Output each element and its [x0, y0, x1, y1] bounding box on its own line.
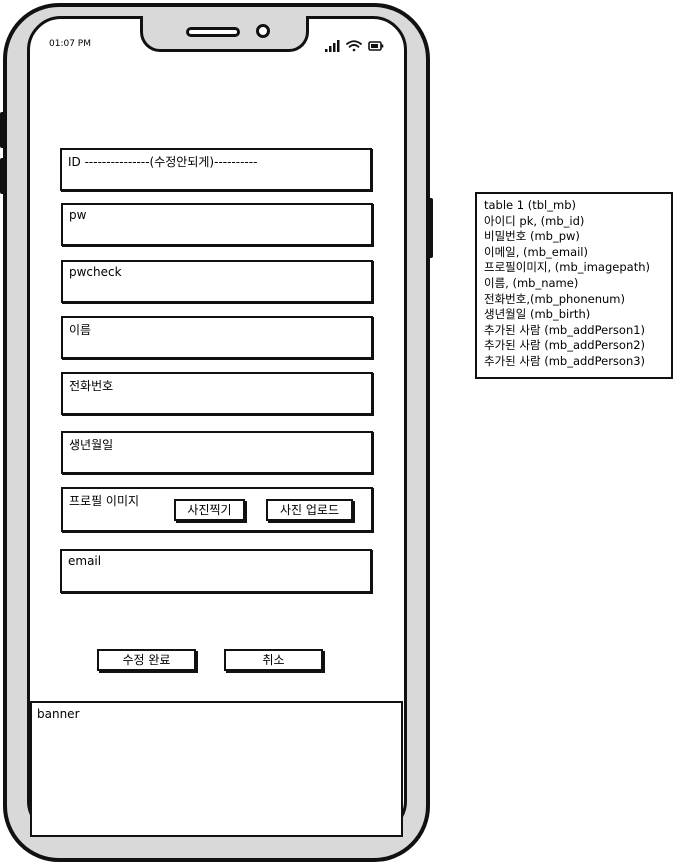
table-note-line: 추가된 사람 (mb_addPerson1) — [484, 322, 646, 337]
status-time: 01:07 PM — [49, 39, 91, 49]
upload-photo-button[interactable]: 사진 업로드 — [266, 499, 353, 521]
phone-field[interactable]: 전화번호 — [61, 372, 373, 415]
table-note-line: 비밀번호 (mb_pw) — [484, 229, 580, 244]
email-field[interactable]: email — [60, 549, 372, 593]
wifi-icon — [346, 40, 362, 52]
id-field[interactable]: ID ---------------(수정안되게)---------- — [60, 148, 372, 191]
cancel-button[interactable]: 취소 — [224, 649, 323, 671]
table-note-line: 추가된 사람 (mb_addPerson3) — [484, 353, 646, 368]
table-note-line: 이메일, (mb_email) — [484, 244, 588, 259]
wireframe-canvas: 01:07 PM ID ---------------(수정안되게)------… — [0, 0, 675, 867]
name-field-label: 이름 — [69, 323, 92, 337]
birth-field-label: 생년월일 — [69, 438, 114, 452]
email-field-label: email — [68, 554, 102, 568]
banner-label: banner — [37, 707, 80, 721]
take-photo-button[interactable]: 사진찍기 — [174, 499, 245, 521]
side-button-right — [428, 198, 433, 258]
table-note-line: 아이디 pk, (mb_id) — [484, 213, 585, 228]
speaker-icon — [186, 27, 240, 37]
pw-field-label: pw — [69, 208, 87, 222]
table-note-line: 이름, (mb_name) — [484, 275, 579, 290]
submit-button[interactable]: 수정 완료 — [97, 649, 196, 671]
table-note-line: 생년월일 (mb_birth) — [484, 307, 591, 322]
pwcheck-field-label: pwcheck — [69, 265, 122, 279]
notch-cover — [143, 13, 306, 21]
status-icons-svg — [325, 40, 384, 52]
table-note-line: 추가된 사람 (mb_addPerson2) — [484, 338, 646, 353]
battery-icon — [368, 41, 384, 51]
side-button-left-bottom — [0, 158, 5, 194]
pwcheck-field[interactable]: pwcheck — [61, 260, 373, 303]
signal-icon — [325, 40, 340, 52]
status-icons — [325, 38, 385, 52]
table-note-line: 전화번호,(mb_phonenum) — [484, 291, 625, 306]
table-note-line: 프로필이미지, (mb_imagepath) — [484, 260, 650, 275]
pw-field[interactable]: pw — [61, 203, 373, 246]
table-note: table 1 (tbl_mb) 아이디 pk, (mb_id) 비밀번호 (m… — [475, 192, 673, 379]
table-note-title: table 1 (tbl_mb) — [484, 198, 576, 212]
name-field[interactable]: 이름 — [61, 316, 373, 359]
id-field-label: ID ---------------(수정안되게)---------- — [68, 155, 258, 169]
banner-area[interactable]: banner — [30, 701, 403, 837]
birth-field[interactable]: 생년월일 — [61, 431, 373, 474]
phone-field-label: 전화번호 — [69, 379, 114, 393]
profile-image-label: 프로필 이미지 — [69, 494, 140, 508]
side-button-left-top — [0, 112, 5, 148]
camera-icon — [256, 24, 270, 38]
